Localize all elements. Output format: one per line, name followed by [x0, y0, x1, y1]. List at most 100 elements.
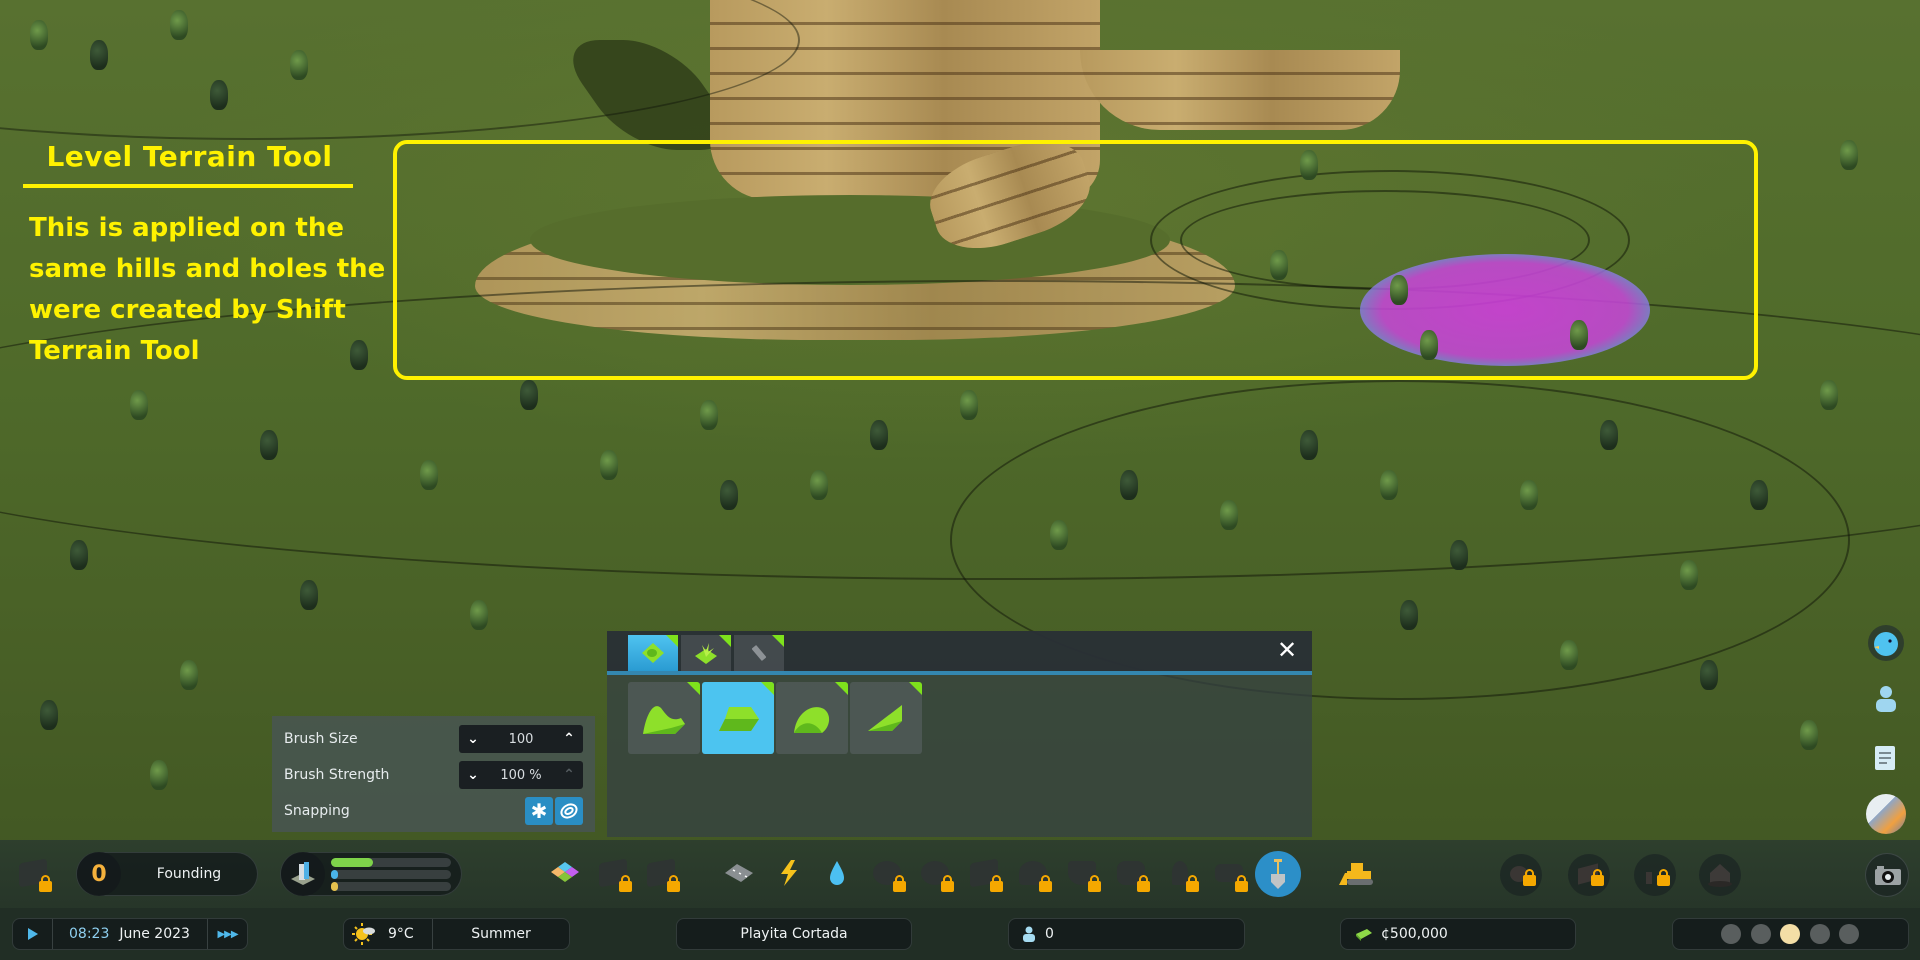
- city-name-panel[interactable]: Playita Cortada: [676, 918, 912, 950]
- residential-button[interactable]: [1699, 854, 1741, 896]
- transport-button[interactable]: [1114, 856, 1150, 892]
- electricity-button[interactable]: [772, 856, 806, 890]
- tool-badge: [687, 682, 700, 695]
- terraform-button[interactable]: [1255, 851, 1301, 897]
- tab-terrain[interactable]: [628, 635, 678, 671]
- garbage-button[interactable]: [918, 856, 954, 892]
- snap-contour-button[interactable]: [555, 797, 583, 825]
- vegetation-tab-icon: [695, 643, 717, 664]
- terraform-shovel-icon: [1271, 859, 1285, 889]
- time-controls: 08:23 June 2023 ▶▶▶: [12, 918, 248, 950]
- close-button[interactable]: ✕: [1274, 636, 1300, 664]
- happiness-face-unhappy: [1751, 924, 1771, 944]
- tool-slope-terrain[interactable]: [850, 682, 922, 754]
- police-button[interactable]: [1065, 856, 1101, 892]
- tree: [600, 450, 618, 480]
- chevron-down-icon: ⌄: [467, 731, 479, 747]
- tool-badge: [761, 682, 774, 695]
- tree: [260, 430, 278, 460]
- chevron-down-icon: ⌄: [467, 767, 479, 783]
- tab-badge: [719, 635, 731, 647]
- lock-icon: [990, 875, 1003, 892]
- tool-soften-terrain[interactable]: [776, 682, 848, 754]
- info-views-button[interactable]: [1866, 794, 1906, 834]
- progression-button[interactable]: [1500, 854, 1542, 896]
- snap-all-button[interactable]: ✱: [525, 797, 553, 825]
- economy-button[interactable]: [1568, 854, 1610, 896]
- season-value: Summer: [432, 919, 569, 949]
- hill-ridge: [1080, 50, 1400, 130]
- tree: [150, 760, 168, 790]
- tool-badge: [835, 682, 848, 695]
- tab-vegetation[interactable]: [681, 635, 731, 671]
- statistics-button[interactable]: [1634, 854, 1676, 896]
- slope-terrain-icon: [868, 705, 902, 731]
- milestone-number: 0: [77, 852, 121, 896]
- bulldozer-button[interactable]: [1336, 856, 1376, 890]
- play-button[interactable]: [13, 919, 53, 949]
- brush-strength-decrease-button[interactable]: ⌄: [459, 761, 487, 789]
- zoning-button[interactable]: [548, 856, 582, 890]
- roads-button[interactable]: [722, 856, 756, 890]
- weather-panel[interactable]: 9°C Summer: [343, 918, 570, 950]
- xp-bar-track: [331, 857, 451, 867]
- brush-size-increase-button[interactable]: ⌃: [555, 725, 583, 753]
- tree: [520, 380, 538, 410]
- lock-icon: [1088, 875, 1101, 892]
- journal-button[interactable]: [1868, 740, 1904, 776]
- tree: [130, 390, 148, 420]
- milestone-label: Founding: [156, 866, 222, 882]
- tab-badge: [666, 635, 678, 647]
- chirper-button[interactable]: [1868, 625, 1904, 661]
- tree: [1800, 720, 1818, 750]
- tree: [290, 50, 308, 80]
- lock-icon: [619, 875, 632, 892]
- roads-icon: [725, 864, 753, 882]
- tree: [300, 580, 318, 610]
- tree: [420, 460, 438, 490]
- tree: [1680, 560, 1698, 590]
- area-button[interactable]: [596, 856, 632, 892]
- money-panel[interactable]: ¢500,000: [1340, 918, 1576, 950]
- photo-mode-icon: [1875, 866, 1901, 885]
- tab-surface[interactable]: [734, 635, 784, 671]
- communications-button[interactable]: [1212, 856, 1248, 892]
- calendar-date: June 2023: [119, 926, 190, 942]
- tree: [180, 660, 198, 690]
- citizens-button[interactable]: [1868, 680, 1904, 716]
- tree: [1400, 600, 1418, 630]
- tree: [1600, 420, 1618, 450]
- fire-button[interactable]: [1016, 856, 1052, 892]
- milestone-panel[interactable]: 0 Founding: [76, 852, 258, 896]
- happiness-face-very-unhappy: [1721, 924, 1741, 944]
- game-speed-button[interactable]: ▶▶▶: [207, 919, 247, 949]
- close-icon: ✕: [1276, 636, 1298, 664]
- progress-bars: [325, 857, 461, 891]
- brush-strength-value[interactable]: 100 %: [487, 768, 555, 783]
- shift-terrain-icon: [643, 706, 685, 734]
- brush-size-stepper[interactable]: ⌄ 100 ⌃: [459, 725, 583, 753]
- brush-strength-increase-button[interactable]: ⌃: [555, 761, 583, 789]
- tool-shift-terrain[interactable]: [628, 682, 700, 754]
- health-button[interactable]: [870, 856, 906, 892]
- tree: [40, 700, 58, 730]
- population-panel[interactable]: 0: [1008, 918, 1245, 950]
- brush-size-decrease-button[interactable]: ⌄: [459, 725, 487, 753]
- lock-icon: [941, 875, 954, 892]
- locked-map-tile-button[interactable]: [16, 856, 52, 892]
- tool-level-terrain[interactable]: [702, 682, 774, 754]
- education-button[interactable]: [967, 856, 1003, 892]
- tree: [720, 480, 738, 510]
- tree: [870, 420, 888, 450]
- tree: [960, 390, 978, 420]
- water-button[interactable]: [820, 856, 854, 890]
- progression-panel[interactable]: [280, 852, 462, 896]
- snapping-row: Snapping ✱: [284, 796, 583, 826]
- chevron-up-icon: ⌃: [563, 731, 575, 747]
- photo-mode-button[interactable]: [1865, 853, 1909, 897]
- tree: [1450, 540, 1468, 570]
- parks-button[interactable]: [1163, 856, 1199, 892]
- landscaping-button[interactable]: [644, 856, 680, 892]
- brush-strength-stepper[interactable]: ⌄ 100 % ⌃: [459, 761, 583, 789]
- brush-size-value[interactable]: 100: [487, 732, 555, 747]
